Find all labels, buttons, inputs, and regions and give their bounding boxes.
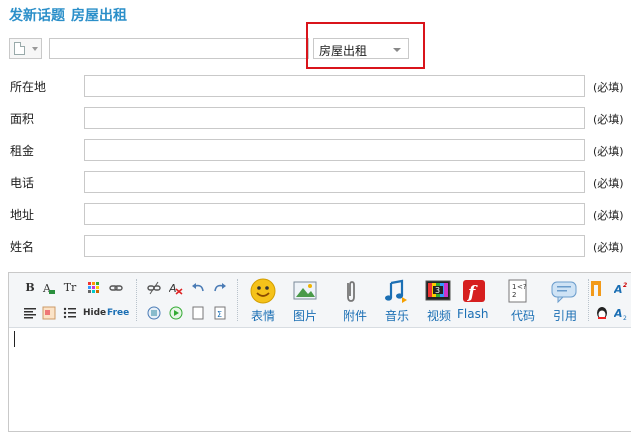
svg-text:2: 2 bbox=[623, 282, 627, 289]
attachment-icon[interactable] bbox=[337, 277, 365, 305]
phone-input[interactable] bbox=[84, 171, 585, 193]
field-row-location: 所在地 (必填) bbox=[0, 74, 631, 98]
required-note: (必填) bbox=[593, 145, 624, 158]
image-button-label[interactable]: 图片 bbox=[293, 307, 317, 324]
link-icon[interactable] bbox=[109, 281, 123, 295]
location-input[interactable] bbox=[84, 75, 585, 97]
svg-text:1: 1 bbox=[512, 283, 516, 291]
font-color-icon[interactable]: A bbox=[42, 281, 56, 295]
flash-icon[interactable]: f bbox=[460, 277, 488, 305]
area-input[interactable] bbox=[84, 107, 585, 129]
title-subtitle: 房屋出租 bbox=[71, 8, 127, 24]
subscript-icon[interactable]: A2 bbox=[613, 306, 628, 322]
document-icon bbox=[14, 42, 25, 55]
page-icon[interactable] bbox=[191, 306, 205, 320]
toolbar-separator bbox=[237, 279, 238, 321]
code-icon[interactable]: 1 2 <? bbox=[503, 277, 531, 305]
required-note: (必填) bbox=[593, 177, 624, 190]
required-note: (必填) bbox=[593, 209, 624, 222]
float-image-icon[interactable] bbox=[42, 306, 56, 320]
title-main: 发新话题 bbox=[9, 8, 65, 24]
post-icon-select[interactable] bbox=[9, 38, 42, 59]
toolbar-separator bbox=[136, 279, 137, 321]
chevron-down-icon bbox=[32, 47, 38, 51]
bold-icon[interactable]: B bbox=[23, 281, 37, 295]
page-title: 发新话题 房屋出租 bbox=[9, 5, 127, 25]
field-label: 电话 bbox=[10, 176, 35, 190]
category-select[interactable]: 房屋出租 bbox=[313, 38, 409, 59]
attachment-button-label[interactable]: 附件 bbox=[343, 307, 367, 324]
code-button-label[interactable]: 代码 bbox=[511, 307, 535, 324]
svg-text:A: A bbox=[169, 282, 177, 295]
rich-text-editor[interactable]: B A Tr Hide Free A Σ 表情 图片 附件 音乐 3 视频 f … bbox=[8, 272, 631, 432]
field-label: 所在地 bbox=[10, 80, 47, 94]
font-size-icon[interactable]: Tr bbox=[63, 281, 77, 295]
svg-text:2: 2 bbox=[623, 315, 627, 320]
music-icon[interactable] bbox=[381, 277, 409, 305]
image-icon[interactable] bbox=[291, 277, 319, 305]
text-cursor bbox=[14, 331, 15, 347]
required-note: (必填) bbox=[593, 81, 624, 94]
video-button-label[interactable]: 视频 bbox=[427, 307, 451, 324]
insert-image-icon[interactable] bbox=[147, 306, 161, 320]
unlink-icon[interactable] bbox=[147, 281, 161, 295]
superscript-icon[interactable]: A2 bbox=[613, 281, 628, 296]
list-icon[interactable] bbox=[63, 306, 77, 320]
rent-input[interactable] bbox=[84, 139, 585, 161]
svg-text:<?: <? bbox=[517, 283, 527, 291]
subject-input[interactable] bbox=[49, 38, 309, 59]
field-label: 租金 bbox=[10, 144, 35, 158]
svg-text:Σ: Σ bbox=[217, 310, 222, 319]
formula-icon[interactable]: Σ bbox=[213, 306, 227, 320]
flash-button-label[interactable]: Flash bbox=[457, 307, 488, 321]
hide-content-icon[interactable]: Hide bbox=[83, 306, 106, 320]
music-button-label[interactable]: 音乐 bbox=[385, 307, 409, 324]
qq-icon[interactable] bbox=[595, 306, 609, 320]
svg-text:3: 3 bbox=[435, 286, 440, 295]
field-row-name: 姓名 (必填) bbox=[0, 234, 631, 258]
editor-toolbar: B A Tr Hide Free A Σ 表情 图片 附件 音乐 3 视频 f … bbox=[9, 273, 631, 328]
emoticon-button-label[interactable]: 表情 bbox=[251, 307, 275, 324]
video-icon[interactable]: 3 bbox=[424, 277, 452, 305]
field-label: 姓名 bbox=[10, 240, 35, 254]
field-row-phone: 电话 (必填) bbox=[0, 170, 631, 194]
field-row-rent: 租金 (必填) bbox=[0, 138, 631, 162]
insert-media-icon[interactable] bbox=[169, 306, 183, 320]
quote-button-label[interactable]: 引用 bbox=[553, 307, 577, 324]
quote-icon[interactable] bbox=[550, 277, 578, 305]
remove-format-icon[interactable]: A bbox=[168, 281, 183, 295]
svg-text:2: 2 bbox=[512, 291, 516, 299]
svg-text:A: A bbox=[614, 307, 623, 320]
emoticon-icon[interactable] bbox=[249, 277, 277, 305]
required-note: (必填) bbox=[593, 241, 624, 254]
field-row-address: 地址 (必填) bbox=[0, 202, 631, 226]
color-palette-icon[interactable] bbox=[87, 281, 101, 295]
category-selected-label: 房屋出租 bbox=[319, 44, 368, 58]
chevron-down-icon bbox=[393, 48, 401, 52]
redo-icon[interactable] bbox=[213, 281, 227, 295]
undo-icon[interactable] bbox=[191, 281, 205, 295]
address-input[interactable] bbox=[84, 203, 585, 225]
align-icon[interactable] bbox=[23, 306, 37, 320]
field-row-area: 面积 (必填) bbox=[0, 106, 631, 130]
svg-text:A: A bbox=[614, 283, 623, 295]
name-input[interactable] bbox=[84, 235, 585, 257]
free-content-icon[interactable]: Free bbox=[107, 306, 129, 320]
plugin-icon[interactable] bbox=[589, 278, 609, 298]
required-note: (必填) bbox=[593, 113, 624, 126]
field-label: 面积 bbox=[10, 112, 35, 126]
field-label: 地址 bbox=[10, 208, 35, 222]
